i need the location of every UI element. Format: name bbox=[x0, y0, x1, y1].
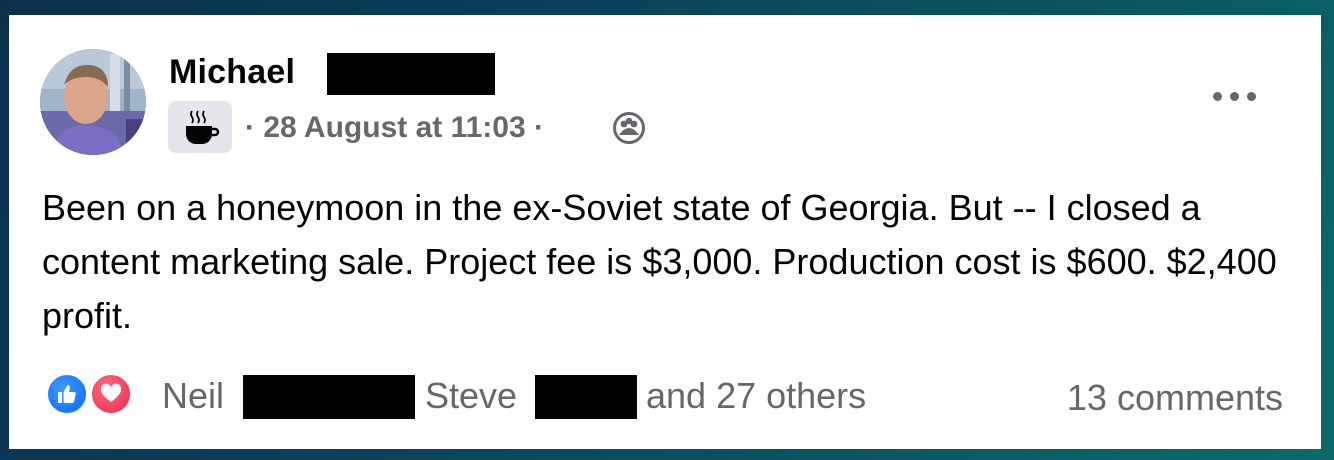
redacted-reactor-surname bbox=[535, 375, 637, 419]
post-text: Been on a honeymoon in the ex-Soviet sta… bbox=[42, 187, 1277, 336]
like-icon bbox=[45, 372, 89, 416]
reactions-others[interactable]: and 27 others bbox=[646, 375, 866, 417]
coffee-cup-icon bbox=[186, 110, 220, 144]
meta-separator: · bbox=[245, 111, 255, 144]
meta-separator: · bbox=[534, 111, 545, 144]
redacted-reactor-surname bbox=[243, 375, 415, 419]
more-options-icon[interactable] bbox=[1209, 83, 1261, 109]
reactor-name[interactable]: Neil bbox=[162, 375, 224, 417]
author-name[interactable]: Michael bbox=[169, 53, 295, 92]
coffee-badge[interactable] bbox=[168, 101, 232, 153]
comments-count[interactable]: 13 comments bbox=[1067, 377, 1283, 419]
post-meta: · 28 August at 11:03 · bbox=[245, 111, 544, 145]
redacted-last-name bbox=[327, 53, 495, 95]
reaction-icons[interactable] bbox=[45, 372, 145, 416]
reactor-name[interactable]: Steve bbox=[425, 375, 517, 417]
post-timestamp[interactable]: 28 August at 11:03 bbox=[263, 111, 525, 144]
post-card: Michael · 28 August at 11:03 · Been on a… bbox=[9, 15, 1321, 449]
love-icon bbox=[89, 372, 133, 416]
friends-group-icon[interactable] bbox=[612, 111, 646, 145]
author-avatar[interactable] bbox=[40, 49, 146, 155]
